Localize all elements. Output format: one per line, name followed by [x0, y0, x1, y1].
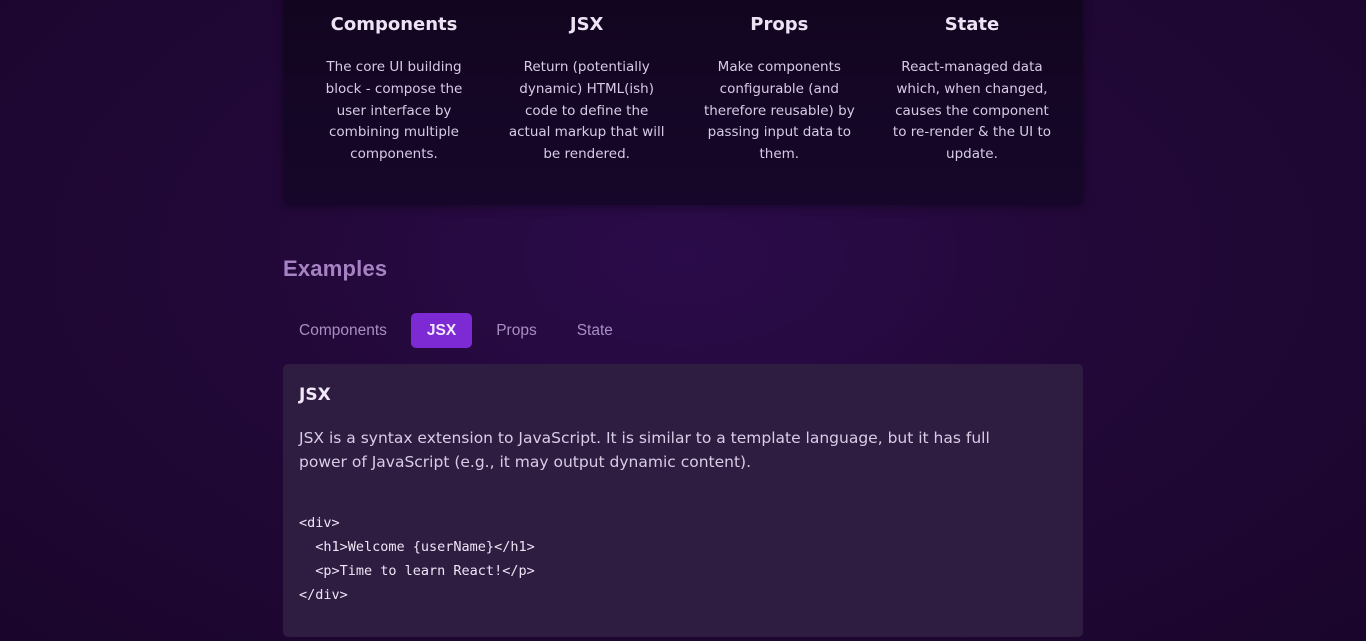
concept-description: React-managed data which, when changed, …	[892, 59, 1051, 163]
concept-description: The core UI building block - compose the…	[325, 59, 463, 163]
concept-title: JSX	[569, 14, 604, 35]
examples-heading: Examples	[283, 256, 388, 281]
concept-description: Make components configurable (and theref…	[703, 59, 855, 163]
code-line: <div>	[299, 515, 340, 531]
code-line: <h1>Welcome {userName}</h1>	[299, 539, 535, 555]
tab-props[interactable]: Props	[480, 313, 553, 348]
code-line: </div>	[299, 587, 348, 603]
concept-card-jsx: JSX Return (potentially dynamic) HTML(is…	[507, 10, 667, 205]
concept-card-props: Props Make components configurable (and …	[699, 10, 859, 205]
core-concepts-panel: Components The core UI building block - …	[283, 0, 1083, 205]
tab-jsx[interactable]: JSX	[410, 313, 473, 348]
tab-content-title: JSX	[299, 385, 331, 405]
examples-tab-bar: Components JSX Props State	[283, 313, 629, 348]
tab-state[interactable]: State	[561, 313, 629, 348]
concept-title: State	[944, 14, 1000, 35]
code-line: <p>Time to learn React!</p>	[299, 563, 535, 579]
tab-content-description: JSX is a syntax extension to JavaScript.…	[299, 429, 990, 471]
concept-card-state: State React-managed data which, when cha…	[892, 10, 1052, 205]
concept-description: Return (potentially dynamic) HTML(ish) c…	[508, 59, 665, 163]
tab-content-panel: JSX JSX is a syntax extension to JavaScr…	[283, 364, 1083, 637]
code-block: <div> <h1>Welcome {userName}</h1> <p>Tim…	[299, 511, 1067, 607]
concept-card-components: Components The core UI building block - …	[314, 10, 474, 205]
concept-title: Components	[330, 14, 458, 35]
concept-title: Props	[750, 14, 809, 35]
tab-components[interactable]: Components	[283, 313, 403, 348]
